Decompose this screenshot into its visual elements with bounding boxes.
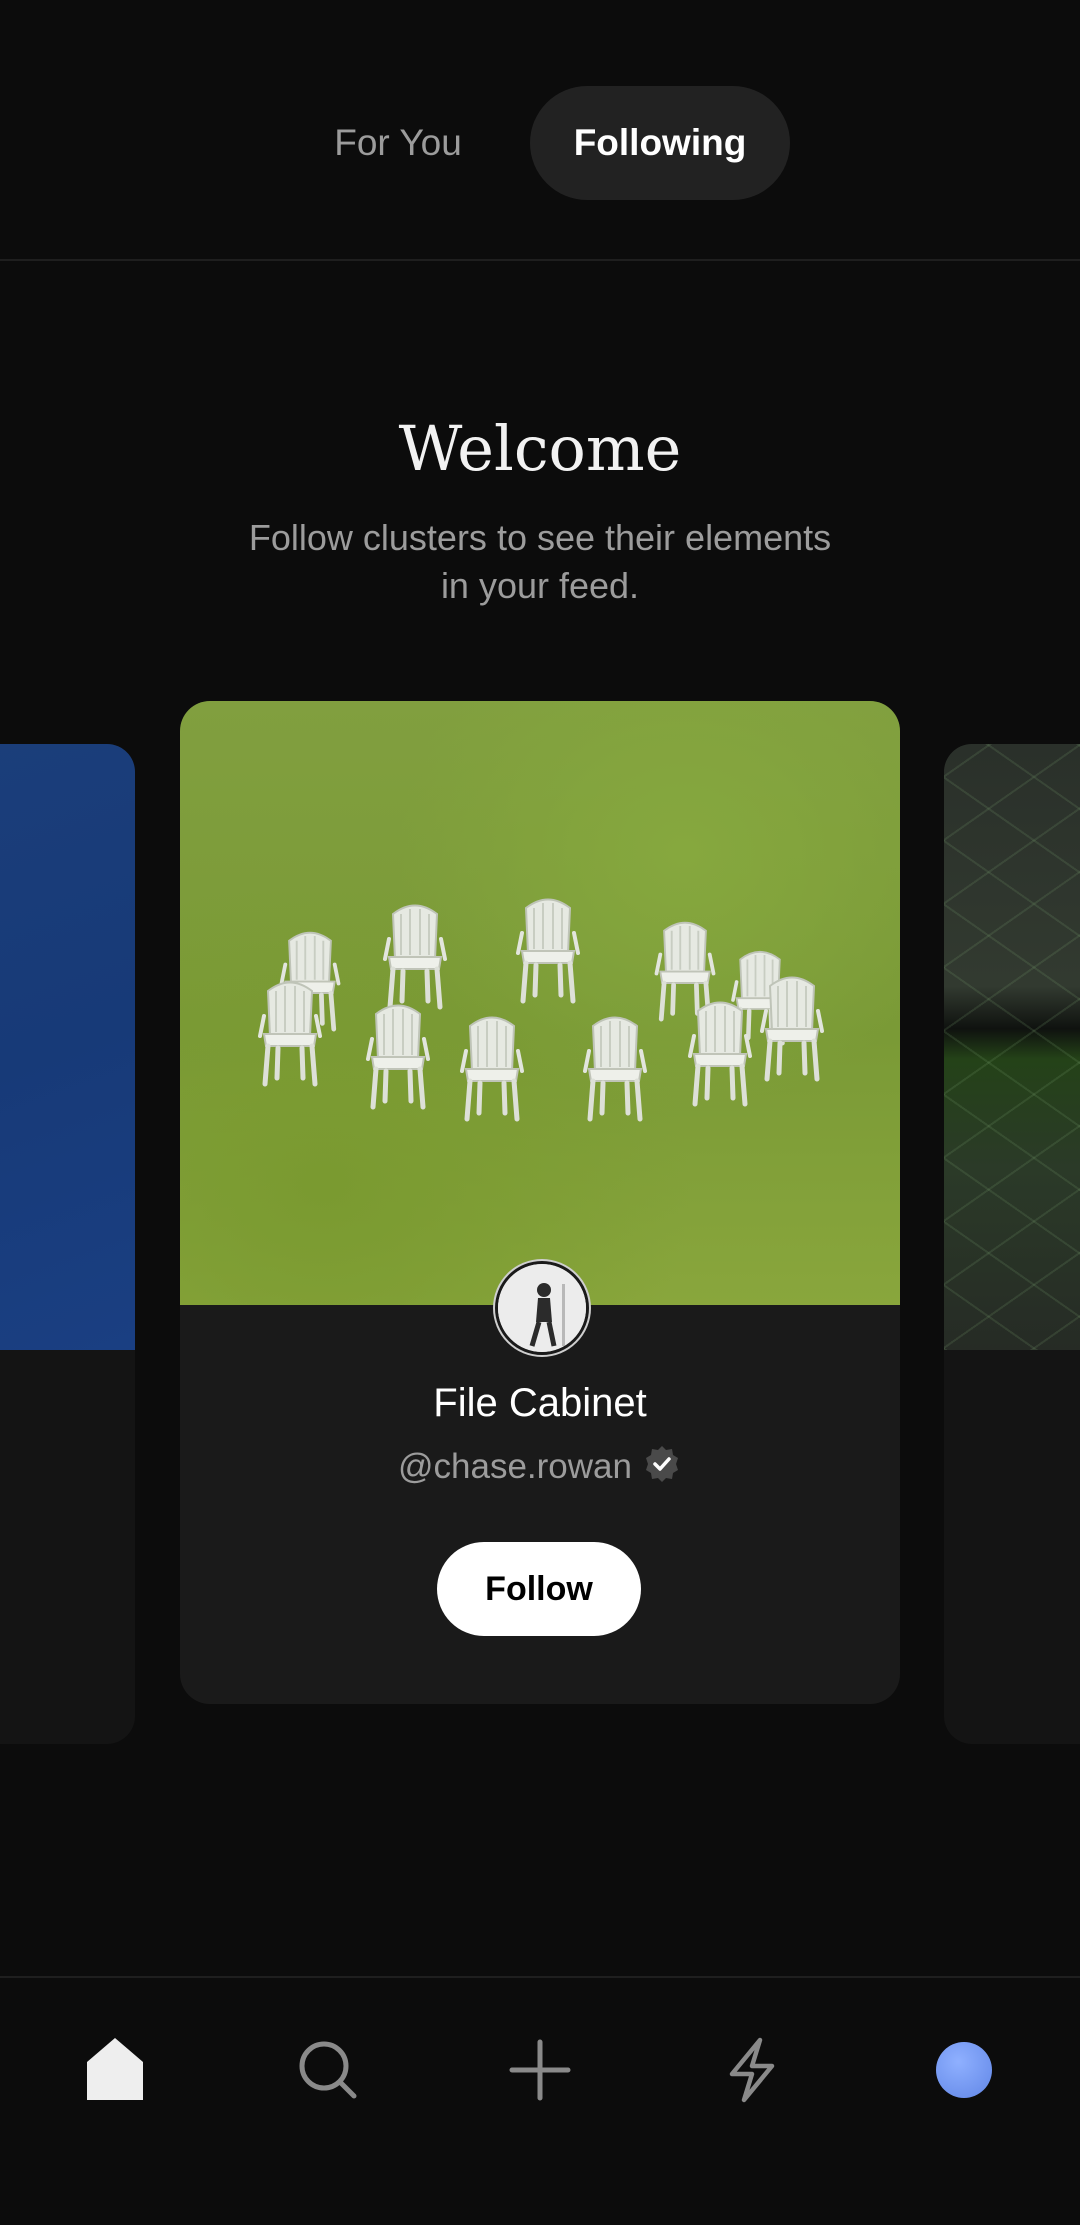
chairs-illustration [260, 900, 822, 1120]
welcome-title: Welcome [398, 412, 682, 485]
tab-following[interactable]: Following [530, 86, 790, 200]
cluster-title: File Cabinet [433, 1381, 647, 1425]
lightning-icon[interactable] [712, 2030, 792, 2110]
search-icon[interactable] [288, 2030, 368, 2110]
previous-cluster-card[interactable] [0, 744, 135, 1744]
creator-avatar[interactable] [495, 1261, 589, 1355]
next-cluster-card[interactable] [944, 744, 1080, 1744]
creator-handle-row: @chase.rowan [180, 1444, 900, 1493]
next-cluster-image [944, 744, 1080, 1350]
profile-avatar-icon[interactable] [924, 2030, 1004, 2110]
previous-cluster-image [0, 744, 135, 1350]
cluster-card[interactable]: File Cabinet @chase.rowan Follow [180, 701, 900, 1704]
creator-handle[interactable]: @chase.rowan [398, 1447, 632, 1486]
top-tab-bar: For You Following [0, 0, 1080, 261]
verified-badge-icon [642, 1444, 682, 1493]
home-icon[interactable] [75, 2030, 155, 2110]
plus-icon[interactable] [500, 2030, 580, 2110]
welcome-subtitle: Follow clusters to see their elements in… [248, 517, 832, 606]
bottom-navigation-bar [0, 1976, 1080, 2225]
follow-button[interactable]: Follow [437, 1542, 641, 1636]
cluster-cover-image [180, 701, 900, 1305]
tab-for-you[interactable]: For You [300, 86, 496, 200]
